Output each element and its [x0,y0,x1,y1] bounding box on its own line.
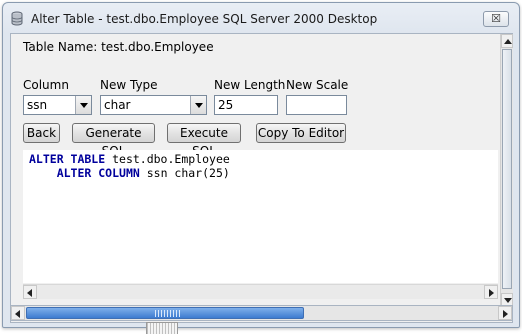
sql-keyword: ALTER TABLE [29,152,106,166]
new-scale-label: New Scale [286,78,349,92]
scroll-left-icon[interactable] [11,306,25,320]
scroll-up-icon[interactable] [501,34,513,48]
scroll-left-icon[interactable] [23,285,37,299]
table-name-label: Table Name: test.dbo.Employee [23,40,214,54]
sql-editor[interactable]: ALTER TABLE test.dbo.Employee ALTER COLU… [23,150,498,283]
new-type-label: New Type [100,78,158,92]
alter-table-window: Alter Table - test.dbo.Employee SQL Serv… [2,2,520,328]
window-title: Alter Table - test.dbo.Employee SQL Serv… [31,12,378,26]
sql-indent [29,166,57,180]
new-type-select-value: char [104,98,131,112]
sql-code: ALTER TABLE test.dbo.Employee ALTER COLU… [29,152,230,180]
grip-icon [155,310,181,317]
column-label: Column [23,78,69,92]
close-icon: ☒ [491,12,501,25]
new-length-label: New Length [214,78,286,92]
new-type-select[interactable]: char [100,95,207,115]
background-grip [146,322,178,334]
new-scale-input[interactable] [286,95,347,115]
column-select-value: ssn [27,98,48,112]
execute-sql-button[interactable]: Execute SQL [167,123,241,158]
scroll-right-icon[interactable] [498,306,512,320]
column-select[interactable]: ssn [23,95,92,115]
sql-keyword: ALTER COLUMN [56,166,140,180]
horizontal-scroll-thumb[interactable] [26,307,304,319]
vertical-scrollbar[interactable] [500,34,513,307]
chevron-down-icon[interactable] [190,96,206,114]
back-button[interactable]: Back [23,123,60,143]
title-bar[interactable]: Alter Table - test.dbo.Employee SQL Serv… [3,3,519,33]
new-length-input[interactable]: 25 [214,95,278,115]
scroll-right-icon[interactable] [484,285,498,299]
sql-text: test.dbo.Employee [105,152,230,166]
database-icon [11,11,23,26]
window-horizontal-scrollbar[interactable] [10,305,513,321]
editor-horizontal-scrollbar[interactable] [23,284,498,299]
copy-to-editor-button[interactable]: Copy To Editor [256,123,346,143]
close-button[interactable]: ☒ [483,11,509,27]
generate-sql-button[interactable]: Generate SQL [72,123,155,158]
vertical-scroll-thumb[interactable] [502,49,512,289]
dialog-content: Table Name: test.dbo.Employee Column New… [10,33,513,323]
chevron-down-icon[interactable] [75,96,91,114]
sql-text: ssn char(25) [139,166,230,180]
